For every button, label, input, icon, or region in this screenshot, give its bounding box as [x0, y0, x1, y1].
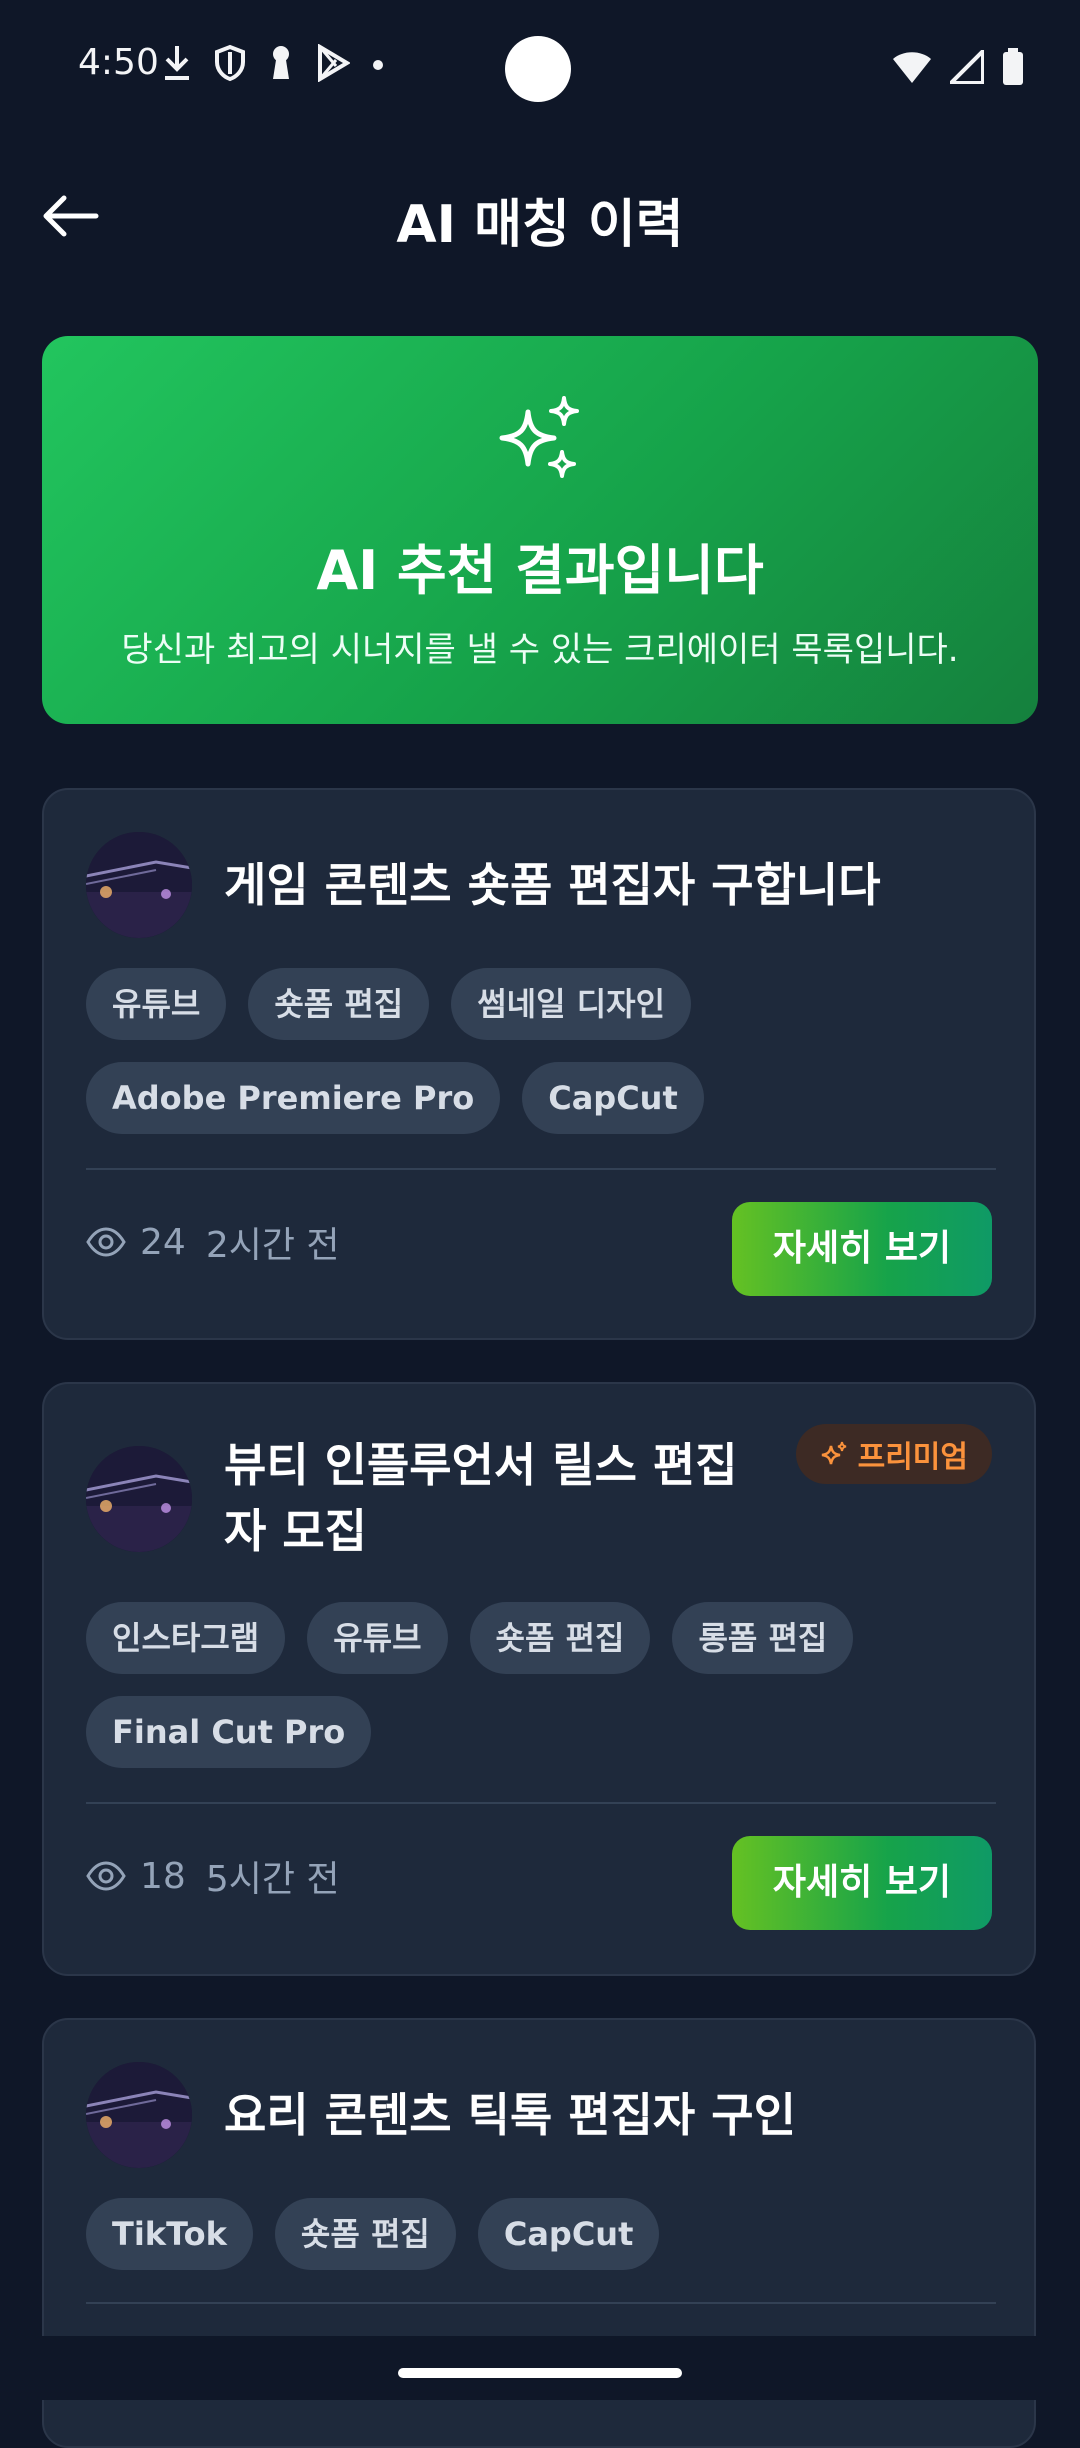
status-bar: 4:50 [0, 0, 1080, 136]
tag: 유튜브 [307, 1602, 448, 1674]
tag: 숏폼 편집 [469, 1602, 651, 1674]
battery-icon [1003, 48, 1023, 85]
tag: 숏폼 편집 [274, 2198, 456, 2270]
page-title: AI 매칭 이력 [396, 195, 684, 255]
download-icon [165, 46, 189, 80]
card-title: 요리 콘텐츠 틱톡 편집자 구인 [224, 2088, 796, 2142]
tag: 유튜브 [86, 968, 227, 1040]
view-details-button[interactable]: 자세히 보기 [732, 1836, 992, 1930]
divider [86, 2302, 996, 2304]
tag: CapCut [522, 1062, 704, 1134]
eye-icon [86, 1861, 126, 1891]
wifi-icon [893, 52, 931, 83]
card-meta: 18 5시간 전 [86, 1850, 340, 1902]
tag: 숏폼 편집 [248, 968, 430, 1040]
premium-label: 프리미엄 [857, 1440, 968, 1475]
premium-badge: 프리미엄 [795, 1424, 992, 1484]
signal-icon [950, 50, 984, 84]
system-icons [892, 48, 1024, 86]
tag: 인스타그램 [86, 1602, 286, 1674]
eye-icon [86, 1227, 126, 1257]
tag: 롱폼 편집 [672, 1602, 854, 1674]
tag-list: 인스타그램 유튜브 숏폼 편집 롱폼 편집 Final Cut Pro [86, 1602, 1006, 1768]
divider [86, 1802, 996, 1804]
posted-time: 5시간 전 [205, 1859, 340, 1900]
home-indicator[interactable] [398, 2368, 682, 2378]
card-title-line2: 자 모집 [224, 1504, 367, 1558]
dot-icon [373, 60, 383, 70]
job-card[interactable]: 뷰티 인플루언서 릴스 편집 자 모집 프리미엄 인스타그램 유튜브 숏폼 편집… [42, 1382, 1036, 1976]
tag: 썸네일 디자인 [451, 968, 692, 1040]
card-meta: 24 2시간 전 [86, 1216, 340, 1268]
tag: Final Cut Pro [86, 1696, 372, 1768]
sparkles-icon [499, 396, 579, 478]
view-details-button[interactable]: 자세히 보기 [732, 1202, 992, 1296]
tag-list: 유튜브 숏폼 편집 썸네일 디자인 Adobe Premiere Pro Cap… [86, 968, 1006, 1134]
tag-list: TikTok 숏폼 편집 CapCut [86, 2198, 1006, 2270]
status-time: 4:50 [78, 42, 159, 83]
view-count: 24 [140, 1221, 186, 1263]
tag: CapCut [477, 2198, 660, 2270]
job-card[interactable]: 게임 콘텐츠 숏폼 편집자 구합니다 유튜브 숏폼 편집 썸네일 디자인 Ado… [42, 788, 1036, 1340]
avatar [86, 832, 192, 938]
divider [86, 1168, 996, 1170]
card-title: 게임 콘텐츠 숏폼 편집자 구합니다 [224, 858, 881, 912]
shield-icon [215, 44, 245, 82]
ai-recommendation-banner: AI 추천 결과입니다 당신과 최고의 시너지를 낼 수 있는 크리에이터 목록… [42, 336, 1038, 724]
app-bar: AI 매칭 이력 [0, 170, 1080, 260]
play-store-icon [318, 44, 350, 82]
keyhole-icon [273, 46, 289, 79]
front-camera [505, 36, 571, 102]
tag: TikTok [86, 2198, 253, 2270]
hero-title: AI 추천 결과입니다 [316, 539, 764, 602]
avatar [86, 1446, 192, 1552]
tag: Adobe Premiere Pro [86, 1062, 501, 1134]
card-title-line1: 뷰티 인플루언서 릴스 편집 [224, 1438, 738, 1492]
card-title: 뷰티 인플루언서 릴스 편집 자 모집 [224, 1432, 744, 1564]
posted-time: 2시간 전 [205, 1225, 340, 1266]
view-count: 18 [140, 1855, 186, 1897]
sparkles-icon [821, 1441, 846, 1465]
avatar [86, 2062, 192, 2168]
hero-subtitle: 당신과 최고의 시너지를 낼 수 있는 크리에이터 목록입니다. [121, 630, 959, 670]
notification-icons [162, 44, 384, 82]
